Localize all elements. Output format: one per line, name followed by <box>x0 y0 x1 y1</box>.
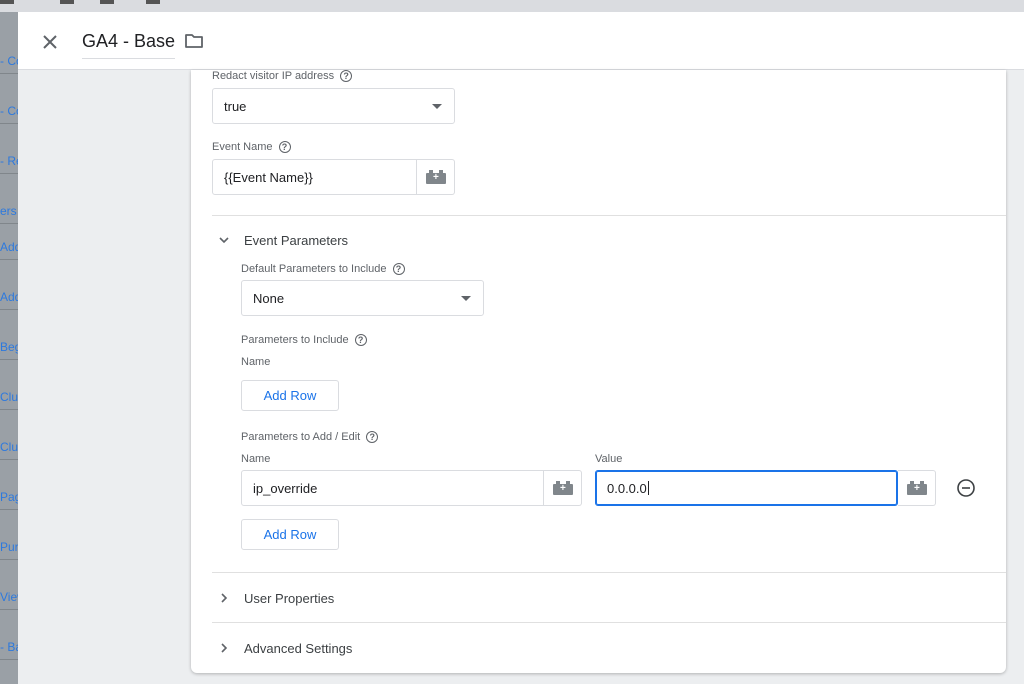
chevron-right-icon <box>221 593 228 603</box>
variable-brick-icon: + <box>553 481 573 495</box>
event-name-label: Event Name <box>212 141 273 153</box>
section-divider <box>212 622 1006 623</box>
tag-name-title[interactable]: GA4 - Base <box>82 31 176 59</box>
variable-picker-button[interactable]: + <box>544 470 582 506</box>
folder-button[interactable] <box>184 32 206 52</box>
background-list-item-label: Beg <box>0 340 18 354</box>
param-name-input[interactable]: ip_override <box>241 470 544 506</box>
background-list-item-label: View <box>0 590 18 604</box>
add-row-button[interactable]: Add Row <box>241 519 339 550</box>
help-icon[interactable]: ? <box>354 334 367 346</box>
section-divider <box>212 215 1006 216</box>
variable-picker-button[interactable]: + <box>417 159 455 195</box>
chevron-down-icon <box>219 237 229 244</box>
close-icon <box>43 35 57 49</box>
background-list-item: View <box>0 560 18 610</box>
background-list-item: Pur <box>0 510 18 560</box>
background-list-item-label: - Co <box>0 104 18 118</box>
tag-configuration-card: Redact visitor IP address ? true Event N… <box>191 70 1006 673</box>
background-list-item-label: - Co <box>0 54 18 68</box>
redact-ip-select[interactable]: true <box>212 88 455 124</box>
add-row-button[interactable]: Add Row <box>241 380 339 411</box>
background-fragment <box>146 0 160 4</box>
background-list-item: Beg <box>0 310 18 360</box>
advanced-settings-title: Advanced Settings <box>244 641 353 656</box>
param-value-input[interactable]: 0.0.0.0 <box>595 470 898 506</box>
remove-row-button[interactable] <box>956 478 976 498</box>
variable-brick-icon: + <box>907 481 927 495</box>
dropdown-arrow-icon <box>461 296 471 301</box>
background-list-item-label: Add <box>0 290 18 304</box>
redact-ip-value: true <box>224 99 247 114</box>
background-list-item: - Re <box>0 124 18 174</box>
background-list-item: Pag <box>0 460 18 510</box>
event-name-value: {{Event Name}} <box>224 170 313 185</box>
params-add-edit-label: Parameters to Add / Edit <box>241 431 361 443</box>
dropdown-arrow-icon <box>432 104 442 109</box>
help-icon[interactable]: ? <box>366 431 379 443</box>
params-include-name-header: Name <box>241 356 271 368</box>
background-list-item-label: Pag <box>0 490 18 504</box>
default-params-select[interactable]: None <box>241 280 484 316</box>
params-value-column-header: Value <box>595 453 623 465</box>
background-toolbar <box>0 0 1024 12</box>
background-list-item: - Co <box>0 74 18 124</box>
background-list-item-label: Pur <box>0 540 18 554</box>
background-list-item: - Ba <box>0 610 18 660</box>
background-list-item: Add <box>0 210 18 260</box>
section-divider <box>212 572 1006 573</box>
user-properties-toggle[interactable]: User Properties <box>212 588 512 608</box>
default-params-label: Default Parameters to Include <box>241 263 387 275</box>
background-list-item: - Co <box>0 24 18 74</box>
background-list-item-label: - Ba <box>0 640 18 654</box>
param-name-value: ip_override <box>253 481 318 496</box>
variable-brick-icon: + <box>426 170 446 184</box>
sheet-header: GA4 - Base <box>18 12 1024 70</box>
close-button[interactable] <box>38 30 62 54</box>
help-icon[interactable]: ? <box>278 141 291 153</box>
minus-circle-icon <box>957 479 975 497</box>
help-icon[interactable]: ? <box>392 263 405 275</box>
event-name-label-row: Event Name ? <box>212 141 291 153</box>
param-value-text-wrap: 0.0.0.0 <box>607 481 649 496</box>
tag-editor-sheet: GA4 - Base Redact visitor IP address ? t… <box>18 12 1024 684</box>
param-value-value: 0.0.0.0 <box>607 481 647 496</box>
folder-icon <box>185 34 203 48</box>
background-list-item-label: Add <box>0 240 18 254</box>
event-parameters-toggle[interactable]: Event Parameters <box>212 230 512 250</box>
params-name-column-header: Name <box>241 453 271 465</box>
background-list-item-label: Club <box>0 440 18 454</box>
background-list-item-label: Club <box>0 390 18 404</box>
params-include-label-row: Parameters to Include ? <box>241 334 367 346</box>
redact-ip-label-row: Redact visitor IP address ? <box>212 70 353 82</box>
user-properties-title: User Properties <box>244 591 335 606</box>
help-icon[interactable]: ? <box>340 70 353 82</box>
params-include-label: Parameters to Include <box>241 334 349 346</box>
default-params-label-row: Default Parameters to Include ? <box>241 263 405 275</box>
background-fragment <box>0 0 14 4</box>
background-list-item: Club <box>0 360 18 410</box>
chevron-right-icon <box>221 643 228 653</box>
text-cursor <box>647 481 649 495</box>
variable-picker-button[interactable]: + <box>898 470 936 506</box>
params-add-edit-label-row: Parameters to Add / Edit ? <box>241 431 379 443</box>
background-tag-list: - Co - Co - Re ers Add Add Beg Club Club… <box>0 12 18 684</box>
background-list-item: Add <box>0 260 18 310</box>
advanced-settings-toggle[interactable]: Advanced Settings <box>212 638 512 658</box>
default-params-value: None <box>253 291 285 306</box>
background-list-item: Club <box>0 410 18 460</box>
event-parameters-title: Event Parameters <box>244 233 349 248</box>
background-fragment <box>100 0 114 4</box>
background-list-item-label: - Re <box>0 154 18 168</box>
event-name-input[interactable]: {{Event Name}} <box>212 159 417 195</box>
redact-ip-label: Redact visitor IP address <box>212 70 335 82</box>
background-fragment <box>60 0 74 4</box>
